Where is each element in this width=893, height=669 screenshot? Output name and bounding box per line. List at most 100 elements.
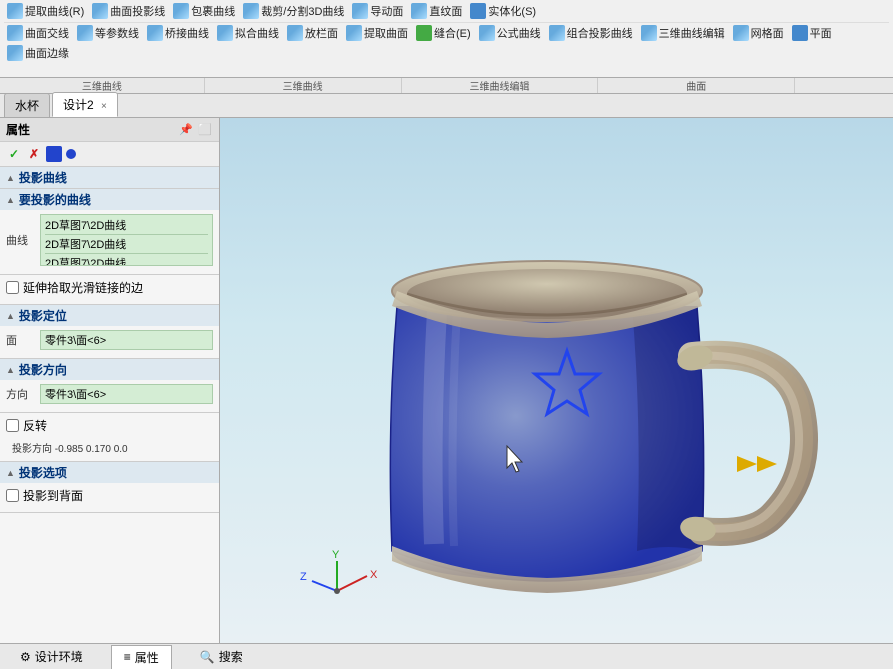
- svg-text:X: X: [370, 569, 378, 581]
- fit-curve-icon: [217, 25, 233, 41]
- search-label: 搜索: [219, 648, 243, 665]
- ribbon-isoparam[interactable]: 等参数线: [74, 24, 142, 42]
- ribbon-plane[interactable]: 平面: [789, 24, 835, 42]
- cancel-icon[interactable]: ✗: [26, 146, 42, 162]
- ribbon-3d-curve-edit[interactable]: 三维曲线编辑: [638, 24, 728, 42]
- section-proj-direction: 投影方向 方向 零件3\面<6>: [0, 359, 219, 413]
- orange-arrow: [737, 456, 777, 472]
- ribbon-solidify[interactable]: 实体化(S): [467, 2, 539, 20]
- face-field-row: 面 零件3\面<6>: [6, 330, 213, 350]
- tab-design2[interactable]: 设计2 ×: [52, 92, 118, 117]
- curve-field-row: 曲线 2D草图7\2D曲线 2D草图7\2D曲线 2D草图7\2D曲线: [6, 214, 213, 266]
- ribbon-bridge-curve[interactable]: 桥接曲线: [144, 24, 212, 42]
- design-env-label: 设计环境: [35, 648, 83, 665]
- extend-smooth-row: 延伸拾取光滑链接的边: [0, 275, 219, 305]
- section-proj-direction-content: 方向 零件3\面<6>: [0, 380, 219, 412]
- ribbon-ruled-surface[interactable]: 直纹面: [408, 2, 465, 20]
- options-icon[interactable]: [46, 146, 62, 162]
- bridge-curve-icon: [147, 25, 163, 41]
- reverse-checkbox-row: 反转: [6, 417, 213, 434]
- section-curves-to-proj: 要投影的曲线 曲线 2D草图7\2D曲线 2D草图7\2D曲线 2D草图7\2D…: [0, 189, 219, 275]
- panel-pin-icon[interactable]: 📌: [178, 122, 194, 138]
- main-area: 属性 📌 ⬜ ✓ ✗ 投影曲线 要投影的曲线 曲线: [0, 118, 893, 643]
- ribbon-guide-surface[interactable]: 导动面: [349, 2, 406, 20]
- solidify-icon: [470, 3, 486, 19]
- 3d-curve-edit-icon: [641, 25, 657, 41]
- ribbon-extract-surface[interactable]: 提取曲面: [343, 24, 411, 42]
- tab-shuibei[interactable]: 水杯: [4, 93, 50, 117]
- curve-item-3[interactable]: 2D草图7\2D曲线: [45, 254, 208, 266]
- direction-text: 投影方向 -0.985 0.170 0.0: [6, 438, 213, 457]
- section-proj-position: 投影定位 面 零件3\面<6>: [0, 305, 219, 359]
- direction-field-row: 方向 零件3\面<6>: [6, 384, 213, 404]
- extend-smooth-label: 延伸拾取光滑链接的边: [23, 279, 143, 296]
- ribbon-mesh-surface[interactable]: 网格面: [730, 24, 787, 42]
- bottom-tab-design-env[interactable]: ⚙ 设计环境: [8, 645, 95, 668]
- tab-close-icon[interactable]: ×: [101, 101, 107, 112]
- properties-label: 属性: [135, 649, 159, 666]
- surface-proj-icon: [92, 3, 108, 19]
- section-curves-content: 曲线 2D草图7\2D曲线 2D草图7\2D曲线 2D草图7\2D曲线: [0, 210, 219, 274]
- design-env-icon: ⚙: [20, 650, 31, 664]
- svg-text:Z: Z: [300, 571, 307, 583]
- ruled-surface-icon: [411, 3, 427, 19]
- extract-surface-icon: [346, 25, 362, 41]
- extend-smooth-checkbox-row: 延伸拾取光滑链接的边: [6, 279, 213, 296]
- ribbon-formula-curve[interactable]: 公式曲线: [476, 24, 544, 42]
- ribbon-extract-curve[interactable]: 提取曲线(R): [4, 2, 87, 20]
- section-curves-title[interactable]: 要投影的曲线: [0, 189, 219, 210]
- ribbon-fit-curve[interactable]: 拟合曲线: [214, 24, 282, 42]
- axis-indicator: X Y Z: [300, 549, 378, 594]
- section-proj-curve-title[interactable]: 投影曲线: [0, 167, 219, 188]
- ribbon-wrap-curve[interactable]: 包裹曲线: [170, 2, 238, 20]
- face-value[interactable]: 零件3\面<6>: [40, 330, 213, 350]
- svg-text:Y: Y: [332, 549, 340, 561]
- wrap-curve-icon: [173, 3, 189, 19]
- section-proj-options-content: 投影到背面: [0, 483, 219, 512]
- formula-curve-icon: [479, 25, 495, 41]
- stitch-icon: [416, 25, 432, 41]
- extract-curve-icon: [7, 3, 23, 19]
- reverse-label: 反转: [23, 417, 47, 434]
- section-proj-direction-title[interactable]: 投影方向: [0, 359, 219, 380]
- section-proj-options-title[interactable]: 投影选项: [0, 462, 219, 483]
- curve-item-2[interactable]: 2D草图7\2D曲线: [45, 235, 208, 254]
- section-proj-position-title[interactable]: 投影定位: [0, 305, 219, 326]
- left-panel: 属性 📌 ⬜ ✓ ✗ 投影曲线 要投影的曲线 曲线: [0, 118, 220, 643]
- ribbon-group-label-3dcurveedit: 三维曲线编辑: [402, 78, 599, 93]
- curve-values[interactable]: 2D草图7\2D曲线 2D草图7\2D曲线 2D草图7\2D曲线: [40, 214, 213, 266]
- ribbon-combine-proj[interactable]: 组合投影曲线: [546, 24, 636, 42]
- ribbon-group-label-3dcurve2: 三维曲线: [205, 78, 402, 93]
- surface-intersect-icon: [7, 25, 23, 41]
- guide-surface-icon: [352, 3, 368, 19]
- ribbon-surface-proj[interactable]: 曲面投影线: [89, 2, 168, 20]
- proj-backface-checkbox[interactable]: [6, 489, 19, 502]
- ribbon-surface-edge[interactable]: 曲面边缘: [4, 44, 72, 62]
- tab-bar: 水杯 设计2 ×: [0, 94, 893, 118]
- panel-icons: 📌 ⬜: [178, 122, 213, 138]
- ribbon-trim-split[interactable]: 裁剪/分割3D曲线: [240, 2, 347, 20]
- proj-backface-checkbox-row: 投影到背面: [6, 487, 213, 504]
- confirm-icon[interactable]: ✓: [6, 146, 22, 162]
- ribbon-stitch[interactable]: 缝合(E): [413, 24, 474, 42]
- plane-icon: [792, 25, 808, 41]
- direction-value[interactable]: 零件3\面<6>: [40, 384, 213, 404]
- ribbon: 提取曲线(R) 曲面投影线 包裹曲线 裁剪/分割3D曲线 导动面 直纹面: [0, 0, 893, 78]
- bottom-tab-properties[interactable]: ≡ 属性: [111, 645, 172, 669]
- section-proj-options: 投影选项 投影到背面: [0, 462, 219, 513]
- bottom-tab-search[interactable]: 🔍 搜索: [188, 645, 255, 668]
- section-proj-position-content: 面 零件3\面<6>: [0, 326, 219, 358]
- curve-item-1[interactable]: 2D草图7\2D曲线: [45, 216, 208, 235]
- properties-icon: ≡: [124, 650, 131, 664]
- curve-label: 曲线: [6, 232, 36, 248]
- ribbon-fillet-surface[interactable]: 放栏面: [284, 24, 341, 42]
- panel-float-icon[interactable]: ⬜: [197, 122, 213, 138]
- reverse-checkbox[interactable]: [6, 419, 19, 432]
- surface-edge-icon: [7, 45, 23, 61]
- extend-smooth-checkbox[interactable]: [6, 281, 19, 294]
- ribbon-surface-intersect[interactable]: 曲面交线: [4, 24, 72, 42]
- mesh-surface-icon: [733, 25, 749, 41]
- ribbon-group-label-3dcurve: 三维曲线: [0, 78, 205, 93]
- viewport[interactable]: X Y Z: [220, 118, 893, 643]
- trim-split-icon: [243, 3, 259, 19]
